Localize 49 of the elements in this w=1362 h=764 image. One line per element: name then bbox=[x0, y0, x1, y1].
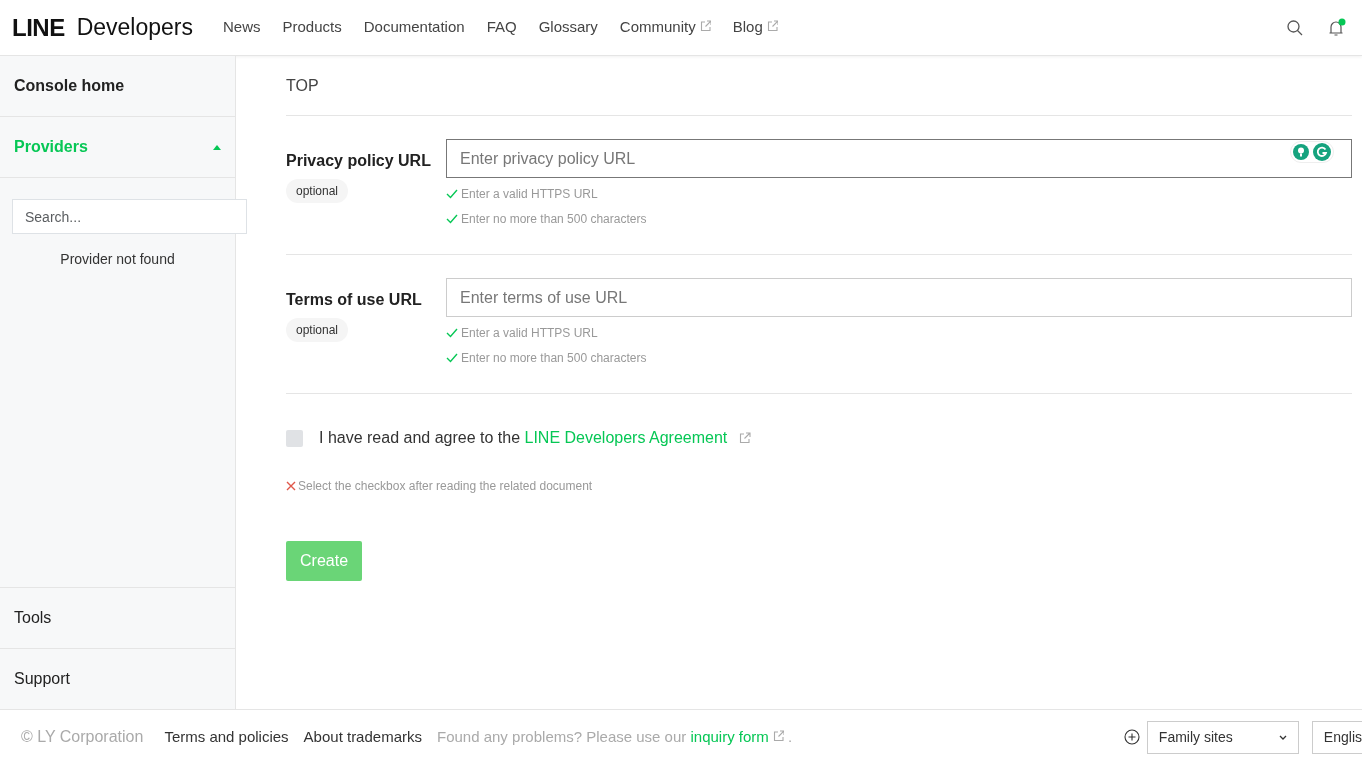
sidebar-item[interactable]: Tools bbox=[0, 587, 235, 648]
plus-circle-icon bbox=[1123, 729, 1140, 745]
agreement-text: I have read and agree to the LINE Developers Agreement bbox=[319, 428, 728, 448]
logo-text[interactable]: LINE bbox=[12, 9, 65, 46]
nav-link[interactable]: Documentation bbox=[363, 16, 465, 39]
notification-bell-icon[interactable] bbox=[1328, 18, 1346, 37]
footer-link[interactable]: About trademarks bbox=[303, 725, 422, 749]
family-sites-select[interactable]: Family sites bbox=[1146, 720, 1299, 754]
error-message: Select the checkbox after reading the related document bbox=[298, 478, 593, 495]
notice-text: Found any problems? Please use our inquiry form . bbox=[437, 726, 793, 747]
chevron-down-icon bbox=[1278, 734, 1287, 740]
field-label: Privacy policy URL bbox=[286, 151, 432, 171]
nav-link[interactable]: Products bbox=[282, 16, 342, 39]
url-field[interactable]: Enter privacy policy URL bbox=[446, 139, 1352, 178]
validation-hint: Enter no more than 500 characters bbox=[461, 211, 647, 228]
language-select[interactable]: Englis bbox=[1311, 720, 1362, 754]
nav-link[interactable]: FAQ bbox=[486, 16, 517, 39]
external-link-icon bbox=[772, 729, 784, 741]
logo-subtitle[interactable]: Developers bbox=[76, 10, 193, 45]
footer-link[interactable]: Terms and policies bbox=[164, 725, 289, 749]
check-icon bbox=[446, 214, 458, 224]
url-field[interactable]: Enter terms of use URL bbox=[446, 278, 1352, 317]
validation-hint: Enter no more than 500 characters bbox=[461, 350, 647, 367]
cross-icon bbox=[286, 481, 296, 491]
nav-link[interactable]: Glossary bbox=[538, 16, 598, 39]
external-link-icon bbox=[699, 20, 711, 32]
field-label: Terms of use URL bbox=[286, 290, 423, 310]
check-icon bbox=[446, 328, 458, 338]
validation-hint: Enter a valid HTTPS URL bbox=[461, 325, 598, 342]
optional-tag: optional bbox=[286, 318, 349, 342]
check-icon bbox=[446, 189, 458, 199]
breadcrumb-link[interactable]: TOP bbox=[286, 56, 1352, 116]
nav-link[interactable]: Community bbox=[619, 16, 711, 39]
sidebar-item[interactable]: Console home bbox=[0, 56, 235, 117]
lightbulb-icon bbox=[1293, 144, 1309, 160]
external-link-icon bbox=[739, 432, 752, 444]
nav-link[interactable]: News bbox=[223, 16, 261, 39]
external-link-icon bbox=[766, 20, 778, 32]
agreement-checkbox[interactable] bbox=[286, 429, 303, 447]
search-icon[interactable] bbox=[1286, 18, 1304, 37]
sidebar-item[interactable]: Support bbox=[0, 648, 235, 709]
caret-up-icon bbox=[213, 144, 221, 150]
search-field[interactable]: Search... bbox=[12, 199, 247, 234]
empty-message: Provider not found bbox=[59, 250, 176, 269]
validation-hint: Enter a valid HTTPS URL bbox=[461, 186, 598, 203]
check-icon bbox=[446, 353, 458, 363]
copyright-text: © LY Corporation bbox=[21, 727, 144, 747]
optional-tag: optional bbox=[286, 179, 349, 203]
nav-link[interactable]: Blog bbox=[732, 16, 778, 39]
